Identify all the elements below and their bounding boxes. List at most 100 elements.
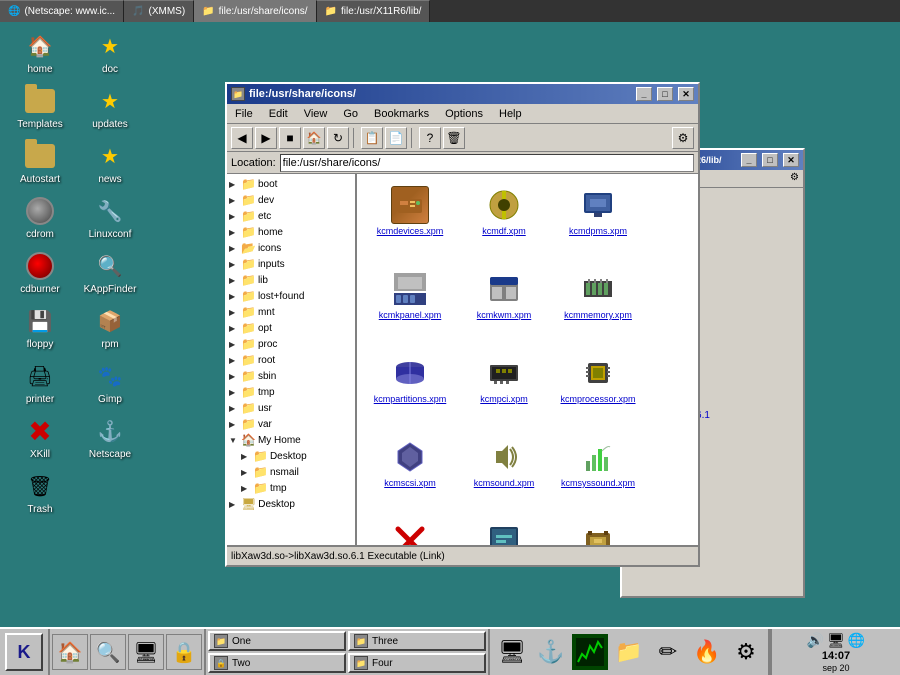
taskbar-icon-files[interactable]: 📁	[611, 634, 647, 670]
paste-btn[interactable]: 📄	[385, 127, 407, 149]
home-btn[interactable]: 🏠	[303, 127, 325, 149]
desktop-icon-linuxconf[interactable]: 🔧 Linuxconf	[80, 195, 140, 240]
menu-edit[interactable]: Edit	[265, 108, 292, 120]
tree-item-dev[interactable]: ▶ 📁 dev	[229, 192, 353, 208]
forward-btn[interactable]: ▶	[255, 127, 277, 149]
x11-settings-btn[interactable]: ⚙	[790, 172, 799, 183]
file-kcmprocessor[interactable]: kcmprocessor.xpm	[553, 350, 643, 430]
tree-item-mnt[interactable]: ▶ 📁 mnt	[229, 304, 353, 320]
filemanager-minimize-btn[interactable]: _	[636, 87, 652, 101]
desktop-icon-home[interactable]: 🏠 home	[10, 30, 70, 75]
x11-maximize-btn[interactable]: □	[762, 153, 778, 167]
tree-item-lib[interactable]: ▶ 📁 lib	[229, 272, 353, 288]
tree-item-etc[interactable]: ▶ 📁 etc	[229, 208, 353, 224]
tree-item-proc[interactable]: ▶ 📁 proc	[229, 336, 353, 352]
filemanager-close-btn[interactable]: ✕	[678, 87, 694, 101]
tree-item-inputs[interactable]: ▶ 📁 inputs	[229, 256, 353, 272]
tray-monitor-icon[interactable]: 🖥	[827, 632, 845, 649]
tree-item-boot[interactable]: ▶ 📁 boot	[229, 176, 353, 192]
location-input[interactable]	[280, 154, 694, 172]
file-kcmkwm[interactable]: kcmkwm.xpm	[459, 266, 549, 346]
quick-monitor-btn[interactable]: 🖥	[128, 634, 164, 670]
menu-view[interactable]: View	[300, 108, 332, 120]
tree-item-tmp[interactable]: ▶ 📁 tmp	[229, 384, 353, 400]
file-kcmsound[interactable]: kcmsound.xpm	[459, 434, 549, 514]
tree-item-home[interactable]: ▶ 📁 home	[229, 224, 353, 240]
back-btn[interactable]: ◀	[231, 127, 253, 149]
file-kcontrol[interactable]: kcontrol.xpm	[459, 518, 549, 545]
tree-item-usr[interactable]: ▶ 📁 usr	[229, 400, 353, 416]
file-kcmdpms[interactable]: kcmdpms.xpm	[553, 182, 643, 262]
taskbar-icon-net[interactable]: ⚓	[533, 634, 569, 670]
help-btn[interactable]: ?	[419, 127, 441, 149]
menu-bookmarks[interactable]: Bookmarks	[370, 108, 433, 120]
file-kcmdevices[interactable]: kcmdevices.xpm	[365, 182, 455, 262]
file-kcmkpanel[interactable]: kcmkpanel.xpm	[365, 266, 455, 346]
taskbar-tab-netscape[interactable]: 🌐 (Netscape: www.ic...	[0, 0, 124, 22]
taskbar-icon-green[interactable]	[572, 634, 608, 670]
tree-item-var[interactable]: ▶ 📁 var	[229, 416, 353, 432]
desktop-icon-kappfinder[interactable]: 🔍 KAppFinder	[80, 250, 140, 295]
copy-btn[interactable]: 📋	[361, 127, 383, 149]
desktop-icon-news[interactable]: ★ news	[80, 140, 140, 185]
settings-btn[interactable]: ⚙	[672, 127, 694, 149]
quick-search-btn[interactable]: 🔍	[90, 634, 126, 670]
filemanager-maximize-btn[interactable]: □	[657, 87, 673, 101]
taskbar-icon-gear[interactable]: ⚙	[728, 634, 764, 670]
desktop-icon-updates[interactable]: ★ updates	[80, 85, 140, 130]
tray-globe-icon[interactable]: 🌐	[848, 632, 865, 649]
x11-minimize-btn[interactable]: _	[741, 153, 757, 167]
desktop-icon-netscape[interactable]: ⚓ Netscape	[80, 415, 140, 460]
taskbar-tab-icons[interactable]: 📁 file:/usr/share/icons/	[194, 0, 316, 22]
file-kcmscsi[interactable]: kcmscsi.xpm	[365, 434, 455, 514]
desktop-icon-trash[interactable]: 🗑 Trash	[10, 470, 70, 515]
file-kcmx[interactable]: kcmx.xpm	[365, 518, 455, 545]
taskbar-tab-x11[interactable]: 📁 file:/usr/X11R6/lib/	[317, 0, 431, 22]
taskbar-icon-flame[interactable]: 🔥	[689, 634, 725, 670]
quick-home-btn[interactable]: 🏠	[52, 634, 88, 670]
desktop-icon-rpm[interactable]: 📦 rpm	[80, 305, 140, 350]
desktop-icon-gimp[interactable]: 🐾 Gimp	[80, 360, 140, 405]
file-kcmpartitions[interactable]: kcmpartitions.xpm	[365, 350, 455, 430]
menu-options[interactable]: Options	[441, 108, 487, 120]
taskbar-icon-terminal[interactable]: 🖥	[494, 634, 530, 670]
tree-item-opt[interactable]: ▶ 📁 opt	[229, 320, 353, 336]
taskwin-btn-four[interactable]: 📁 Four	[348, 653, 486, 673]
quick-lock-btn[interactable]: 🔒	[166, 634, 202, 670]
taskbar-icon-edit[interactable]: ✏	[650, 634, 686, 670]
tree-item-nsmail[interactable]: ▶ 📁 nsmail	[229, 464, 353, 480]
tray-volume-icon[interactable]: 🔊	[807, 632, 824, 649]
tree-item-desktop1[interactable]: ▶ 📁 Desktop	[229, 448, 353, 464]
desktop-icon-doc[interactable]: ★ doc	[80, 30, 140, 75]
desktop-icon-templates[interactable]: Templates	[10, 85, 70, 130]
file-kcmpci[interactable]: kcmpci.xpm	[459, 350, 549, 430]
desktop-icon-printer[interactable]: 🖨 printer	[10, 360, 70, 405]
tree-item-lostfound[interactable]: ▶ 📁 lost+found	[229, 288, 353, 304]
tree-item-icons[interactable]: ▶ 📂 icons	[229, 240, 353, 256]
file-kcmmemory[interactable]: kcmmemory.xpm	[553, 266, 643, 346]
taskwin-btn-one[interactable]: 📁 One	[208, 631, 346, 651]
menu-file[interactable]: File	[231, 108, 257, 120]
x11-close-btn[interactable]: ✕	[783, 153, 799, 167]
desktop-icon-autostart[interactable]: Autostart	[10, 140, 70, 185]
taskwin-btn-three[interactable]: 📁 Three	[348, 631, 486, 651]
desktop-icon-xkill[interactable]: ✖ XKill	[10, 415, 70, 460]
stop-btn[interactable]: ■	[279, 127, 301, 149]
taskwin-btn-two[interactable]: 🔒 Two	[208, 653, 346, 673]
taskbar-tab-xmms[interactable]: 🎵 (XMMS)	[124, 0, 194, 22]
file-kcmdf[interactable]: kcmdf.xpm	[459, 182, 549, 262]
desktop-icon-cdburner[interactable]: cdburner	[10, 250, 70, 295]
delete-btn[interactable]: 🗑	[443, 127, 465, 149]
reload-btn[interactable]: ↻	[327, 127, 349, 149]
tree-item-sbin[interactable]: ▶ 📁 sbin	[229, 368, 353, 384]
file-kcmsyssound[interactable]: kcmsyssound.xpm	[553, 434, 643, 514]
tree-item-tmp2[interactable]: ▶ 📁 tmp	[229, 480, 353, 496]
tree-item-root[interactable]: ▶ 📁 root	[229, 352, 353, 368]
tree-item-desktop2[interactable]: ▶ 🖥 Desktop	[229, 496, 353, 512]
menu-help[interactable]: Help	[495, 108, 526, 120]
desktop-icon-cdrom[interactable]: cdrom	[10, 195, 70, 240]
k-menu-button[interactable]: K	[5, 633, 43, 671]
menu-go[interactable]: Go	[339, 108, 362, 120]
tree-item-myhome[interactable]: ▼ 🏠 My Home	[229, 432, 353, 448]
desktop-icon-floppy[interactable]: 💾 floppy	[10, 305, 70, 350]
